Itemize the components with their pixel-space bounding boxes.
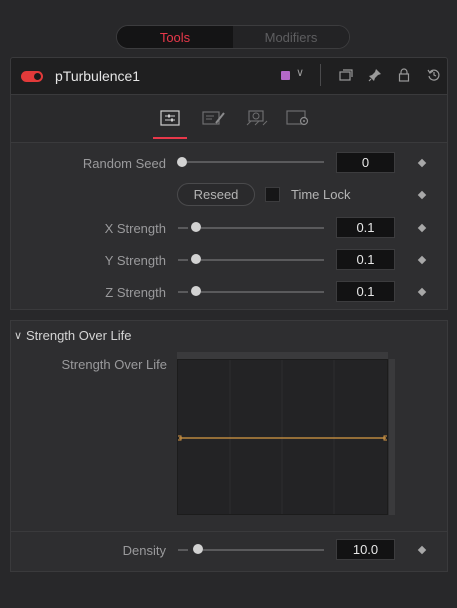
- window-icon[interactable]: [336, 65, 356, 85]
- common-settings-icon[interactable]: [285, 107, 311, 129]
- y-strength-slider-track[interactable]: [201, 259, 324, 261]
- x-strength-slider-track[interactable]: [201, 227, 324, 229]
- pin-icon[interactable]: [365, 65, 385, 85]
- chevron-down-icon[interactable]: ∨: [296, 66, 304, 79]
- strength-over-life-curve-graph[interactable]: [177, 359, 388, 515]
- tab-modifiers[interactable]: Modifiers: [233, 26, 349, 48]
- density-slider-left: [178, 549, 188, 551]
- y-strength-label: Y Strength: [104, 253, 166, 268]
- density-label: Density: [122, 543, 166, 558]
- tab-tools[interactable]: Tools: [117, 26, 233, 48]
- x-strength-slider-left: [178, 227, 188, 229]
- settings-edit-icon[interactable]: [201, 107, 227, 129]
- strength-over-life-header[interactable]: Strength Over Life: [26, 328, 132, 343]
- random-seed-slider-handle[interactable]: [177, 157, 187, 167]
- time-lock-checkbox[interactable]: [265, 187, 280, 202]
- effect-mask-icon[interactable]: [244, 107, 270, 129]
- density-slider-handle[interactable]: [193, 544, 203, 554]
- graph-scrollbar[interactable]: [389, 359, 395, 515]
- y-strength-slider-handle[interactable]: [191, 254, 201, 264]
- time-lock-label: Time Lock: [291, 187, 351, 202]
- density-slider-track[interactable]: [203, 549, 324, 551]
- x-strength-slider-handle[interactable]: [191, 222, 201, 232]
- x-strength-input[interactable]: 0.1: [336, 217, 395, 238]
- z-strength-slider-left: [178, 291, 188, 293]
- controls-icon[interactable]: [157, 107, 183, 129]
- density-input[interactable]: 10.0: [336, 539, 395, 560]
- random-seed-slider-track[interactable]: [187, 161, 324, 163]
- reset-icon[interactable]: [424, 65, 444, 85]
- random-seed-input[interactable]: 0: [336, 152, 395, 173]
- chevron-down-icon[interactable]: ∨: [14, 329, 22, 342]
- y-strength-slider-left: [178, 259, 188, 261]
- tool-tab-bar: Tools Modifiers: [116, 25, 350, 49]
- y-strength-input[interactable]: 0.1: [336, 249, 395, 270]
- strength-over-life-label: Strength Over Life: [61, 357, 168, 372]
- z-strength-input[interactable]: 0.1: [336, 281, 395, 302]
- active-tab-indicator: [153, 137, 187, 139]
- lock-icon[interactable]: [394, 65, 414, 85]
- divider: [320, 64, 321, 86]
- x-strength-label: X Strength: [104, 221, 166, 236]
- z-strength-slider-handle[interactable]: [191, 286, 201, 296]
- reseed-button[interactable]: Reseed: [177, 183, 255, 206]
- control-page-tabs: [10, 95, 448, 143]
- node-enable-toggle[interactable]: [21, 71, 43, 82]
- node-color-swatch[interactable]: [281, 71, 290, 80]
- node-name: pTurbulence1: [55, 68, 141, 84]
- z-strength-label: Z Strength: [105, 285, 166, 300]
- graph-toolbar: [177, 352, 388, 359]
- random-seed-label: Random Seed: [82, 156, 166, 171]
- z-strength-slider-track[interactable]: [201, 291, 324, 293]
